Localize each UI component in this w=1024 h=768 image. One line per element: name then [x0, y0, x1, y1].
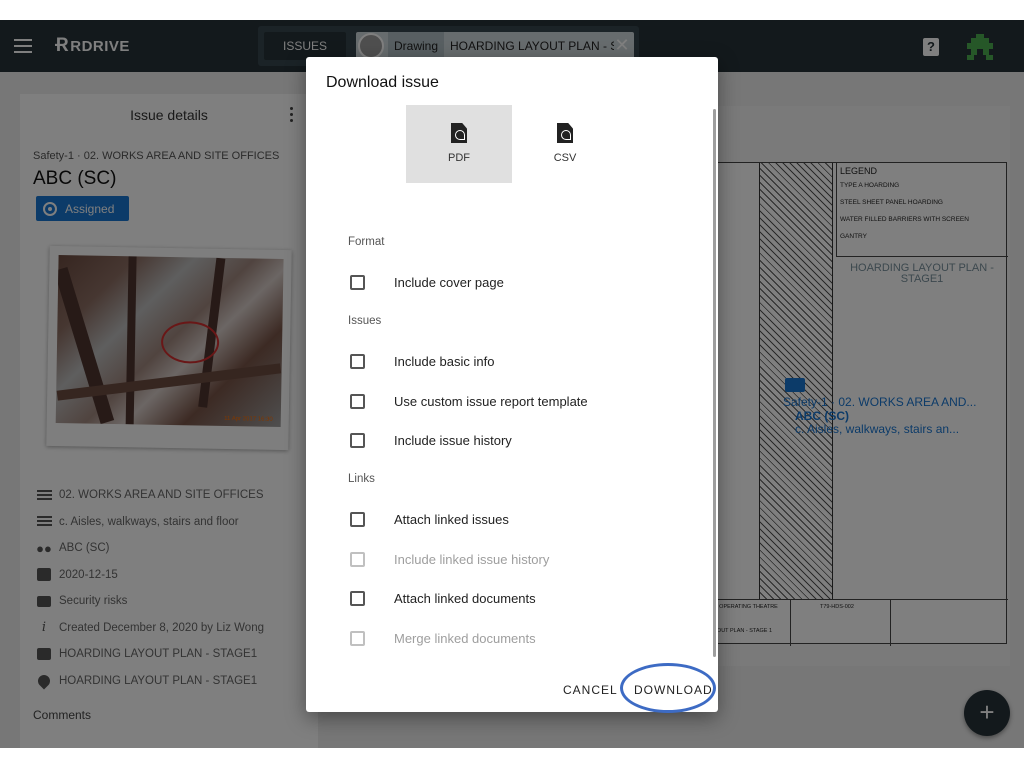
option-attach-linked-issues[interactable]: Attach linked issues — [350, 510, 509, 528]
option-include-issue-history[interactable]: Include issue history — [350, 431, 512, 449]
checkbox[interactable] — [350, 432, 365, 448]
csv-file-icon — [557, 123, 573, 143]
option-merge-linked-documents: Merge linked documents — [350, 629, 536, 647]
format-pdf-option[interactable]: PDF — [406, 105, 512, 183]
option-linked-issue-history: Include linked issue history — [350, 550, 549, 568]
checkbox[interactable] — [350, 274, 365, 290]
app-screen: Ɍ RDRIVE ISSUES Drawing HOARDING LAYOUT … — [0, 20, 1024, 748]
option-include-basic-info[interactable]: Include basic info — [350, 352, 494, 370]
section-links: Links — [348, 473, 375, 485]
dialog-title: Download issue — [326, 74, 439, 91]
dialog-scrollbar[interactable] — [713, 109, 716, 657]
section-issues: Issues — [348, 315, 382, 327]
checkbox[interactable] — [350, 353, 365, 369]
cancel-button[interactable]: CANCEL — [563, 683, 618, 697]
section-format: Format — [348, 236, 385, 248]
format-csv-option[interactable]: CSV — [512, 105, 618, 183]
download-highlight-ring — [620, 663, 716, 713]
checkbox[interactable] — [350, 511, 365, 527]
checkbox-disabled — [350, 630, 365, 646]
checkbox[interactable] — [350, 590, 365, 606]
pdf-file-icon — [451, 123, 467, 143]
checkbox[interactable] — [350, 393, 365, 409]
option-include-cover-page[interactable]: Include cover page — [350, 273, 504, 291]
download-issue-dialog: Download issue PDF CSV Format Include co… — [306, 57, 718, 712]
option-attach-linked-documents[interactable]: Attach linked documents — [350, 589, 536, 607]
checkbox-disabled — [350, 551, 365, 567]
option-custom-report-template[interactable]: Use custom issue report template — [350, 392, 588, 410]
